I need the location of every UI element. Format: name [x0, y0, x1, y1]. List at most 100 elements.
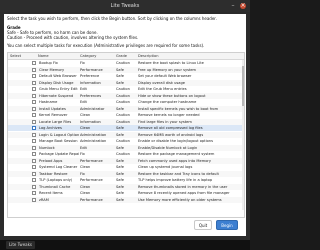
table-row[interactable]: Recent Items Clean Safe Remove 8 recently o…	[8, 190, 244, 196]
grade-caution-text: Caution - Proceed with caution, involves…	[7, 35, 139, 40]
row-category: Clean	[80, 184, 91, 189]
table-row[interactable]: zRAM Performance Safe Use Memory more effic…	[8, 196, 244, 203]
row-name: Bootup Fix	[39, 61, 58, 65]
row-select-checkbox[interactable]	[32, 171, 36, 176]
row-grade: Safe	[116, 165, 124, 169]
row-select-checkbox[interactable]	[32, 67, 36, 72]
table-row[interactable]: Log Archives Clean Safe Remove all old comp…	[8, 125, 244, 131]
row-grade: Safe	[116, 132, 124, 137]
table-row[interactable]: Hostname Edit Caution Change the computer h…	[8, 99, 244, 105]
tasks-table: Select Name Category Grade Description B…	[7, 52, 245, 218]
scrollbar-thumb[interactable]	[242, 66, 244, 106]
table-row[interactable]: Bootup Fix Fix Caution Restore the boot spl…	[8, 60, 244, 66]
row-grade: Caution	[116, 93, 130, 98]
row-select-checkbox[interactable]	[32, 165, 36, 169]
row-select-checkbox[interactable]	[32, 158, 36, 163]
lite-tweaks-window: Lite Tweaks – × Select the task you wish…	[0, 0, 250, 250]
intro-text: Select the task you wish to perform, the…	[7, 16, 217, 21]
row-select-checkbox[interactable]	[32, 106, 36, 111]
multi-select-note: You can select multiple tasks for execut…	[7, 43, 205, 48]
table-row[interactable]: Package Update Repair Fix Caution Restore t…	[8, 151, 244, 157]
begin-button[interactable]: Begin	[216, 220, 238, 230]
row-select-checkbox[interactable]	[32, 93, 36, 98]
column-header-description[interactable]: Description	[138, 53, 158, 59]
table-row[interactable]: Preload Apps Performance Safe Fetch commonl…	[8, 157, 244, 164]
table-row[interactable]: Systemd Log Cleaner Clean Safe Clean up sys…	[8, 164, 244, 170]
main-panel: Select the task you wish to perform, the…	[4, 14, 246, 236]
row-category: Edit	[80, 145, 87, 150]
row-select-checkbox[interactable]	[32, 152, 36, 156]
table-row[interactable]: Hibernate Suspend Preferences Caution Hide …	[8, 92, 244, 99]
row-description: Fetch commonly used apps into Memory	[138, 158, 212, 163]
row-select-checkbox[interactable]	[32, 74, 36, 78]
row-description: Clean up systemd journal logs	[138, 165, 193, 169]
row-description: Remove all old compressed log files	[138, 126, 203, 130]
row-select-checkbox[interactable]	[32, 113, 36, 117]
table-row[interactable]: Login & Logout Options Administration Safe…	[8, 131, 244, 138]
row-description: Remove thumbnails stored in memory in th…	[138, 184, 228, 189]
row-select-checkbox[interactable]	[32, 100, 36, 104]
table-row[interactable]: Numlock Edit Safe Enable/Disable Numlock at…	[8, 144, 244, 151]
row-grade: Safe	[116, 184, 124, 189]
taskbar-item[interactable]: Lite Tweaks	[6, 241, 36, 249]
table-row[interactable]: Grub Menu Entry Edit Edit Caution Edit the …	[8, 86, 244, 92]
row-select-checkbox[interactable]	[32, 132, 36, 137]
column-header-name[interactable]: Name	[38, 53, 49, 59]
row-select-checkbox[interactable]	[32, 119, 36, 124]
row-select-checkbox[interactable]	[32, 145, 36, 150]
table-row[interactable]: TLP (Laptops only) Performance Safe TLP hel…	[8, 177, 244, 183]
row-name: Log Archives	[39, 126, 62, 130]
table-row[interactable]: Taskbar Restore Fix Safe Restore the taskba…	[8, 170, 244, 177]
table-row[interactable]: Thumbnail Cache Clean Safe Remove thumbnail…	[8, 183, 244, 190]
row-select-checkbox[interactable]	[32, 61, 36, 65]
row-select-checkbox[interactable]	[32, 197, 36, 202]
row-name: Display Disk Usage	[39, 80, 74, 85]
row-grade: Caution	[116, 113, 130, 117]
table-row[interactable]: Kernel Remover Clean Caution Remove kernels…	[8, 112, 244, 118]
row-description: Hide or show these buttons on logout	[138, 93, 206, 98]
row-select-checkbox[interactable]	[32, 87, 36, 91]
row-category: Fix	[80, 61, 85, 65]
column-header-select[interactable]: Select	[10, 53, 21, 59]
row-description: Edit the Grub Menu entries	[138, 87, 187, 91]
row-name: Grub Menu Entry Edit	[39, 87, 78, 91]
row-select-checkbox[interactable]	[32, 191, 36, 195]
table-row[interactable]: Install Updates Administrator Safe Install …	[8, 105, 244, 112]
table-row[interactable]: Display Disk Usage Information Safe Display…	[8, 79, 244, 86]
row-select-checkbox[interactable]	[32, 139, 36, 143]
title-bar[interactable]: Lite Tweaks – ×	[0, 0, 250, 12]
row-name: zRAM	[39, 197, 49, 202]
row-select-checkbox[interactable]	[32, 80, 36, 85]
close-icon[interactable]: ×	[240, 3, 246, 9]
quit-button[interactable]: Quit	[194, 220, 212, 230]
row-category: Clean	[80, 113, 91, 117]
row-name: Preload Apps	[39, 158, 63, 163]
row-name: Kernel Remover	[39, 113, 68, 117]
row-select-checkbox[interactable]	[32, 184, 36, 189]
row-category: Performance	[80, 178, 103, 182]
column-header-category[interactable]: Category	[80, 53, 96, 59]
table-scrollbar[interactable]	[242, 60, 244, 210]
row-select-checkbox[interactable]	[32, 126, 36, 130]
window-controls: – ×	[230, 3, 246, 9]
row-select-checkbox[interactable]	[32, 178, 36, 182]
row-name: Taskbar Restore	[39, 171, 68, 176]
row-grade: Caution	[116, 119, 130, 124]
row-category: Performance	[80, 67, 103, 72]
row-description: Change the computer hostname	[138, 100, 197, 104]
table-row[interactable]: Locate Large Files Information Caution Find…	[8, 118, 244, 125]
row-description: Enable/Disable Numlock at Login	[138, 145, 198, 150]
table-header: Select Name Category Grade Description	[8, 53, 244, 60]
column-header-grade[interactable]: Grade	[116, 53, 127, 59]
row-category: Information	[80, 119, 101, 124]
row-grade: Safe	[116, 80, 124, 85]
row-description: Restore the package management system	[138, 152, 215, 156]
row-grade: Safe	[116, 178, 124, 182]
row-category: Edit	[80, 87, 87, 91]
minimize-icon[interactable]: –	[230, 3, 236, 9]
row-category: Information	[80, 80, 101, 85]
table-row[interactable]: Clear Memory Performance Safe Free up Memor…	[8, 66, 244, 73]
row-name: Locate Large Files	[39, 119, 72, 124]
table-row[interactable]: Default Web Browser Preference Safe Set you…	[8, 73, 244, 79]
table-row[interactable]: Manage Boot Session Administration Caution…	[8, 138, 244, 144]
